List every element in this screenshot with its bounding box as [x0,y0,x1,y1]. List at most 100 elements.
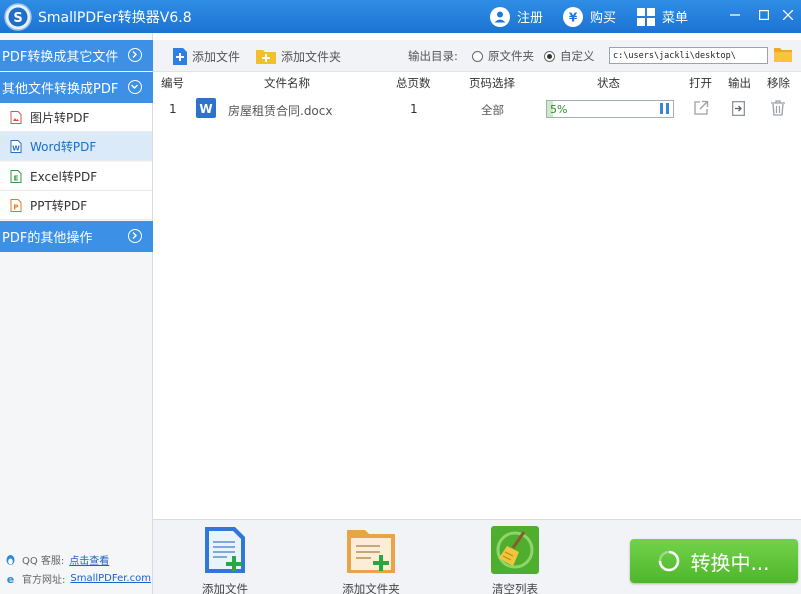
sidebar: PDF转换成其它文件 其他文件转换成PDF 图片转PDF W Word转PDF … [0,33,153,594]
title-bar: S SmallPDFer转换器V6.8 注册 ¥ 购买 菜单 [0,0,801,33]
folder-browse-icon[interactable] [774,47,792,62]
app-logo-icon: S [4,3,32,31]
word-file-icon: W [10,139,22,153]
sidebar-section-other-to-pdf[interactable]: 其他文件转换成PDF [0,72,153,103]
qq-penguin-icon [6,554,15,565]
ppt-file-icon: P [10,198,22,212]
maximize-icon [759,10,769,20]
yen-icon: ¥ [563,6,583,27]
sidebar-item-label: Word转PDF [30,139,97,154]
column-header-output: 输出 [728,76,751,90]
add-folder-label: 添加文件夹 [281,49,342,64]
big-add-file-label: 添加文件 [202,582,248,594]
svg-text:e: e [7,573,14,584]
open-external-icon[interactable] [693,100,709,116]
sidebar-section-label: PDF的其他操作 [2,231,93,246]
svg-text:¥: ¥ [569,10,578,24]
trash-icon[interactable] [771,100,785,116]
svg-text:S: S [13,11,22,26]
support-link[interactable]: 点击查看 [69,552,109,567]
website-line: e 官方网址: SmallPDFer.com [5,571,151,586]
row-number: 1 [169,102,177,116]
output-path-input[interactable] [609,47,768,64]
radio-custom-folder[interactable]: 自定义 [544,48,595,64]
pause-icon[interactable] [660,103,669,114]
excel-file-icon: E [10,169,22,183]
sidebar-item-label: PPT转PDF [30,198,88,213]
add-file-icon [173,47,187,65]
menu-label: 菜单 [662,11,689,26]
image-file-icon [10,110,22,124]
column-header-filename: 文件名称 [264,76,310,90]
word-document-icon: W [196,98,216,118]
sidebar-section-pdf-to-other[interactable]: PDF转换成其它文件 [0,40,153,71]
output-folder-icon[interactable] [732,101,745,116]
user-icon [490,6,510,27]
svg-text:P: P [13,203,18,211]
close-icon [783,10,793,20]
page-range[interactable]: 全部 [481,102,504,118]
column-header-remove: 移除 [767,76,790,90]
sidebar-item-ppt-to-pdf[interactable]: P PPT转PDF [0,191,152,220]
website-link[interactable]: SmallPDFer.com [70,573,151,584]
buy-button[interactable]: ¥ 购买 [563,4,616,29]
add-file-label: 添加文件 [192,49,241,64]
support-label: QQ 客服: [22,556,65,567]
add-folder-button[interactable]: 添加文件夹 [256,47,341,65]
chevron-right-icon [128,229,142,243]
chevron-down-icon [128,80,142,94]
buy-label: 购买 [590,11,617,26]
column-header-status: 状态 [597,76,620,90]
add-file-button[interactable]: 添加文件 [173,47,240,65]
sidebar-item-excel-to-pdf[interactable]: E Excel转PDF [0,162,152,191]
toolbar: 添加文件 添加文件夹 输出目录: 原文件夹 自定义 [153,40,801,72]
register-button[interactable]: 注册 [490,4,543,29]
convert-button[interactable]: 转换中... [630,539,798,583]
progress-bar: 5% [546,100,674,118]
output-directory-label: 输出目录: [408,49,458,63]
svg-text:W: W [12,144,20,152]
close-button[interactable] [773,3,801,27]
radio-button [544,50,555,62]
page-count: 1 [410,102,418,116]
file-name: 房屋租赁合同.docx [228,104,333,118]
app-title: SmallPDFer转换器V6.8 [38,10,192,26]
big-add-folder-label: 添加文件夹 [342,582,400,594]
clear-list-button[interactable]: 清空列表 [475,526,555,594]
column-header-number: 编号 [161,76,184,90]
chevron-right-icon [128,48,142,62]
radio-label: 自定义 [560,49,595,63]
menu-button[interactable]: 菜单 [637,4,688,29]
minimize-icon [730,14,740,16]
sidebar-section-label: 其他文件转换成PDF [2,82,119,97]
radio-button [472,50,483,62]
column-header-page-range: 页码选择 [469,76,515,90]
svg-text:E: E [14,174,19,182]
loading-spinner-icon [659,550,680,572]
big-add-file-button[interactable]: 添加文件 [185,526,265,594]
table-header: 编号 文件名称 总页数 页码选择 状态 打开 输出 移除 [153,73,801,91]
add-folder-icon [256,50,276,64]
svg-text:W: W [199,102,212,116]
register-label: 注册 [517,11,544,26]
radio-original-folder[interactable]: 原文件夹 [472,48,534,64]
table-row[interactable]: 1 W 房屋租赁合同.docx 1 全部 5% [153,93,801,125]
radio-label: 原文件夹 [488,49,534,63]
sidebar-item-label: Excel转PDF [30,169,98,184]
add-folder-large-icon [347,530,395,573]
sidebar-item-image-to-pdf[interactable]: 图片转PDF [0,103,152,132]
clear-list-label: 清空列表 [492,582,538,594]
column-header-pages: 总页数 [396,76,431,90]
sidebar-section-pdf-other-ops[interactable]: PDF的其他操作 [0,221,153,252]
sidebar-item-label: 图片转PDF [30,110,90,125]
big-add-folder-button[interactable]: 添加文件夹 [331,526,411,594]
broom-icon [491,526,539,574]
progress-text: 5% [550,103,568,116]
minimize-button[interactable] [720,3,750,27]
browser-e-icon: e [7,573,14,584]
support-line: QQ 客服: 点击查看 [5,552,109,567]
bottom-action-bar: 添加文件 添加文件夹 清空列表 转换中... [153,519,801,594]
website-label: 官方网址: [22,575,66,586]
sidebar-item-word-to-pdf[interactable]: W Word转PDF [0,132,152,161]
column-header-open: 打开 [689,76,712,90]
